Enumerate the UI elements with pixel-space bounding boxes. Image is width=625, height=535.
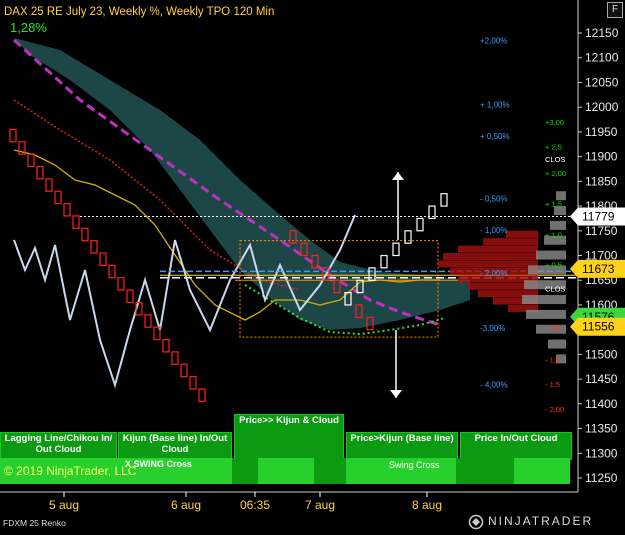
price-marker: 11779 (570, 207, 625, 226)
renko-brick-up (392, 242, 400, 257)
copyright: © 2019 NinjaTrader, LLC (4, 464, 137, 478)
arrow-up-icon-head (392, 172, 404, 180)
signal-panel-chikou: Lagging Line/Chikou In/ Out Cloud (0, 432, 117, 460)
weekly-pct-label: + 1,00% (480, 101, 510, 110)
y-tick-label: 12100 (585, 51, 619, 65)
arrow-down-icon-head (390, 390, 402, 398)
signal-panel-price-kijun: Price>Kijun (Base line) (346, 432, 458, 460)
signal-panel-price-kijun-cloud: Price>> Kijun & Cloud (234, 414, 344, 460)
f-button[interactable]: F (607, 2, 623, 18)
value-profile-bar (526, 309, 566, 319)
renko-brick-up (380, 254, 388, 269)
y-tick-label: 11400 (585, 397, 618, 411)
weekly-pct-label: +2,00% (480, 36, 507, 45)
y-tick-label: 11350 (585, 422, 618, 436)
renko-brick-down (27, 153, 35, 168)
volume-profile-bar (443, 253, 538, 261)
x-tick-label: 7 aug (305, 498, 335, 512)
renko-brick-down (54, 190, 62, 205)
right-pct-label: - 2,00 (545, 405, 564, 414)
y-tick-label: 11300 (585, 446, 618, 460)
x-tick-label: 6 aug (171, 498, 201, 512)
x-tick-label: 06:35 (240, 498, 270, 512)
right-pct-label: - 1,5 (545, 380, 560, 389)
y-tick-label: 11500 (585, 347, 618, 361)
ninjatrader-logo-icon (468, 514, 484, 530)
price-marker-label: 11779 (582, 209, 615, 223)
renko-brick-down (189, 376, 197, 390)
right-pct-label: + 2,00 (545, 169, 566, 178)
y-tick-label: 11450 (585, 372, 618, 386)
renko-brick-down (117, 277, 125, 291)
renko-brick-up (404, 230, 412, 244)
renko-brick-down (162, 338, 170, 353)
renko-brick-down (144, 314, 152, 328)
right-pct-label: + 0,5 (545, 260, 562, 269)
right-pct-label: + 2,5 (545, 143, 562, 152)
chart-title: DAX 25 RE July 23, Weekly %, Weekly TPO … (4, 6, 275, 18)
price-marker: 11673 (570, 259, 625, 278)
price-marker-label: 11556 (582, 320, 615, 334)
renko-brick-down (90, 240, 98, 254)
swing-cross-label-2: Swing Cross (389, 460, 440, 470)
ichimoku-cloud (14, 38, 470, 330)
value-profile-bar (548, 339, 566, 349)
swing-seg-dark-2 (314, 458, 346, 484)
change-percent: 1,28% (10, 20, 47, 35)
value-profile-bar (550, 220, 566, 230)
volume-profile-bar (506, 230, 538, 238)
y-tick-label: 11750 (585, 224, 618, 238)
value-profile-bar (536, 250, 566, 260)
y-tick-label: 12150 (585, 26, 619, 40)
signal-panel-price-cloud: Price In/Out Cloud (460, 432, 572, 460)
x-tick-label: 8 aug (412, 498, 442, 512)
right-pct-label: - 0,5 (545, 323, 560, 332)
signal-panel-kijun-cloud: Kijun (Base line) In/Out Cloud (118, 432, 232, 460)
volume-profile-bar (438, 260, 538, 268)
weekly-pct-label: - 4,00% (480, 381, 508, 390)
swing-seg-dark-1 (232, 458, 258, 484)
right-pct-label: CLOS (545, 285, 565, 294)
weekly-pct-label: - 2,00% (480, 269, 508, 278)
value-profile-bar (522, 295, 566, 305)
price-marker-label: 11673 (582, 262, 615, 276)
brand-name: NINJATRADER (488, 514, 594, 528)
swing-seg-dark-3 (456, 458, 514, 484)
renko-brick-up (416, 217, 424, 232)
x-tick-label: 5 aug (49, 498, 79, 512)
y-tick-label: 11900 (585, 150, 618, 164)
weekly-pct-label: -3,00% (480, 324, 505, 333)
renko-brick-down (9, 128, 17, 143)
renko-brick-up (440, 193, 448, 207)
y-tick-label: 11950 (585, 125, 618, 139)
renko-brick-down (99, 252, 107, 266)
renko-brick-down (180, 363, 188, 378)
weekly-pct-label: - 0,50% (480, 195, 508, 204)
renko-brick-down (171, 351, 179, 365)
right-pct-label: + 1,0 (545, 231, 562, 240)
y-tick-label: 11850 (585, 174, 618, 188)
right-pct-label: CLOS (545, 155, 565, 164)
renko-brick-down (63, 202, 71, 217)
y-tick-label: 12000 (585, 100, 619, 114)
right-pct-label: + 1,5 (545, 200, 562, 209)
instrument-label: FDXM 25 Renko (3, 518, 66, 528)
renko-brick-down (72, 215, 80, 229)
renko-brick-down (36, 165, 44, 180)
y-tick-label: 11250 (585, 471, 618, 485)
weekly-pct-label: + 0,50% (480, 132, 510, 141)
renko-brick-down (198, 388, 206, 402)
renko-brick-down (45, 178, 53, 192)
price-marker: 11556 (570, 317, 625, 336)
y-tick-label: 12050 (585, 75, 619, 89)
right-pct-label: - 1,0 (545, 355, 560, 364)
renko-brick-down (126, 289, 134, 304)
renko-brick-down (108, 264, 116, 279)
volume-profile-bar (483, 238, 538, 246)
renko-brick-down (81, 227, 89, 242)
weekly-pct-label: - 1,00% (480, 226, 508, 235)
volume-profile-bar (458, 245, 538, 253)
right-pct-label: +3,00 (545, 118, 564, 127)
